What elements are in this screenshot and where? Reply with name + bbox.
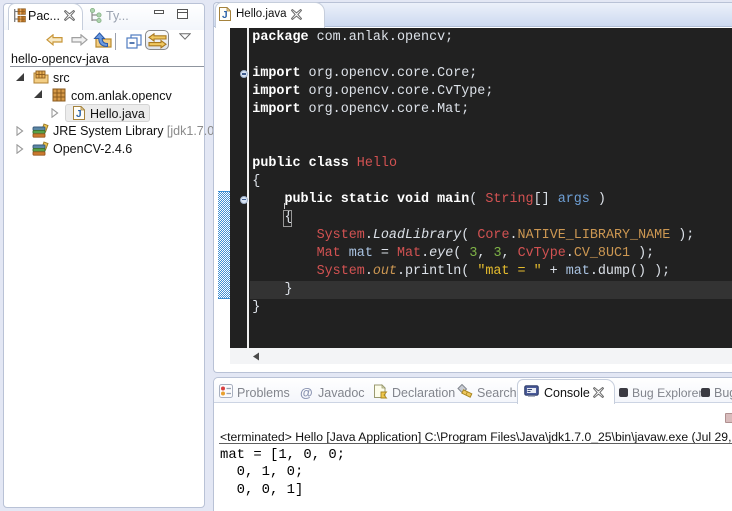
svg-text:J: J — [76, 109, 82, 120]
svg-text:J: J — [222, 10, 228, 21]
